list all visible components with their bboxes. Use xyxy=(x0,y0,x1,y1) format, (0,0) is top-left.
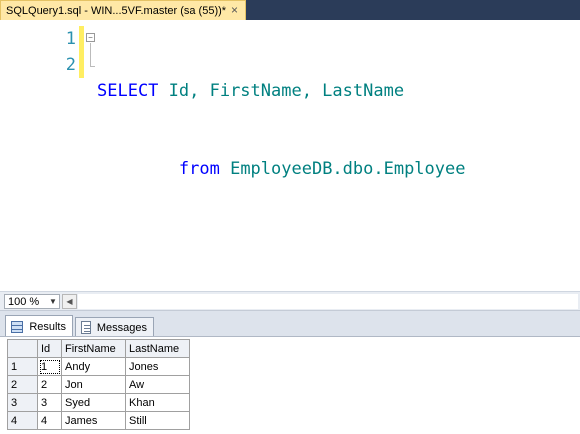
cell-lastname[interactable]: Still xyxy=(125,411,190,430)
table-row[interactable]: 1 1 Andy Jones xyxy=(7,357,190,376)
cell-id[interactable]: 1 xyxy=(37,357,62,376)
collapse-minus-icon[interactable]: − xyxy=(86,33,95,42)
line-number: 2 xyxy=(65,55,76,75)
chevron-down-icon[interactable]: ▼ xyxy=(47,297,59,306)
zoom-bar: 100 % ▼ ◀ xyxy=(0,291,580,310)
select-columns: Id, FirstName, LastName xyxy=(158,81,405,101)
scroll-left-icon[interactable]: ◀ xyxy=(62,294,77,309)
tab-results[interactable]: Results xyxy=(5,315,73,338)
cell-id[interactable]: 3 xyxy=(37,393,62,412)
cell-lastname[interactable]: Khan xyxy=(125,393,190,412)
document-tab[interactable]: SQLQuery1.sql - WIN...5VF.master (sa (55… xyxy=(0,0,246,20)
outline-end xyxy=(90,66,95,67)
zoom-value: 100 % xyxy=(8,295,40,308)
code-text[interactable]: SELECT Id, FirstName, LastName from Empl… xyxy=(97,26,465,234)
table-row[interactable]: 2 2 Jon Aw xyxy=(7,375,190,394)
results-grid[interactable]: Id FirstName LastName 1 1 Andy Jones 2 2… xyxy=(7,339,190,430)
row-number[interactable]: 2 xyxy=(7,375,38,394)
cell-firstname[interactable]: Andy xyxy=(61,357,126,376)
row-number[interactable]: 3 xyxy=(7,393,38,412)
table-row[interactable]: 4 4 James Still xyxy=(7,411,190,430)
tab-messages[interactable]: Messages xyxy=(75,317,154,337)
cell-firstname[interactable]: Syed xyxy=(61,393,126,412)
cell-lastname[interactable]: Aw xyxy=(125,375,190,394)
results-pane: Id FirstName LastName 1 1 Andy Jones 2 2… xyxy=(0,336,580,434)
sql-keyword-from: from xyxy=(178,159,220,179)
code-line-2: from EmployeeDB.dbo.Employee xyxy=(97,156,466,182)
results-tab-strip: Results Messages xyxy=(0,310,580,338)
cell-firstname[interactable]: James xyxy=(61,411,126,430)
zoom-dropdown[interactable]: 100 % ▼ xyxy=(4,294,60,309)
row-number[interactable]: 1 xyxy=(7,357,38,376)
line-numbers: 1 2 xyxy=(48,26,76,78)
outline-line xyxy=(90,43,91,67)
table-name: EmployeeDB.dbo.Employee xyxy=(219,159,466,179)
line-number: 1 xyxy=(65,29,76,49)
cell-id[interactable]: 2 xyxy=(37,375,62,394)
tab-results-label: Results xyxy=(29,321,66,333)
change-tracking-bar xyxy=(79,26,84,78)
table-row[interactable]: 3 3 Syed Khan xyxy=(7,393,190,412)
row-number[interactable]: 4 xyxy=(7,411,38,430)
cell-id[interactable]: 4 xyxy=(37,411,62,430)
code-line-1: SELECT Id, FirstName, LastName xyxy=(97,78,465,104)
column-header-lastname[interactable]: LastName xyxy=(125,339,190,358)
tab-messages-label: Messages xyxy=(96,321,147,334)
horizontal-scrollbar[interactable] xyxy=(78,294,578,309)
grid-header-row: Id FirstName LastName xyxy=(7,339,190,358)
grid-corner[interactable] xyxy=(7,339,38,358)
column-header-firstname[interactable]: FirstName xyxy=(61,339,126,358)
results-grid-icon xyxy=(11,321,24,333)
close-icon[interactable]: × xyxy=(228,4,241,17)
cell-firstname[interactable]: Jon xyxy=(61,375,126,394)
document-tab-title: SQLQuery1.sql - WIN...5VF.master (sa (55… xyxy=(6,4,227,17)
cell-lastname[interactable]: Jones xyxy=(125,357,190,376)
column-header-id[interactable]: Id xyxy=(37,339,62,358)
messages-icon xyxy=(81,321,91,334)
editor-margin xyxy=(0,20,14,291)
query-editor[interactable]: 1 2 − SELECT Id, FirstName, LastName fro… xyxy=(0,20,580,291)
document-tab-strip: SQLQuery1.sql - WIN...5VF.master (sa (55… xyxy=(0,0,580,20)
sql-keyword-select: SELECT xyxy=(97,81,159,101)
